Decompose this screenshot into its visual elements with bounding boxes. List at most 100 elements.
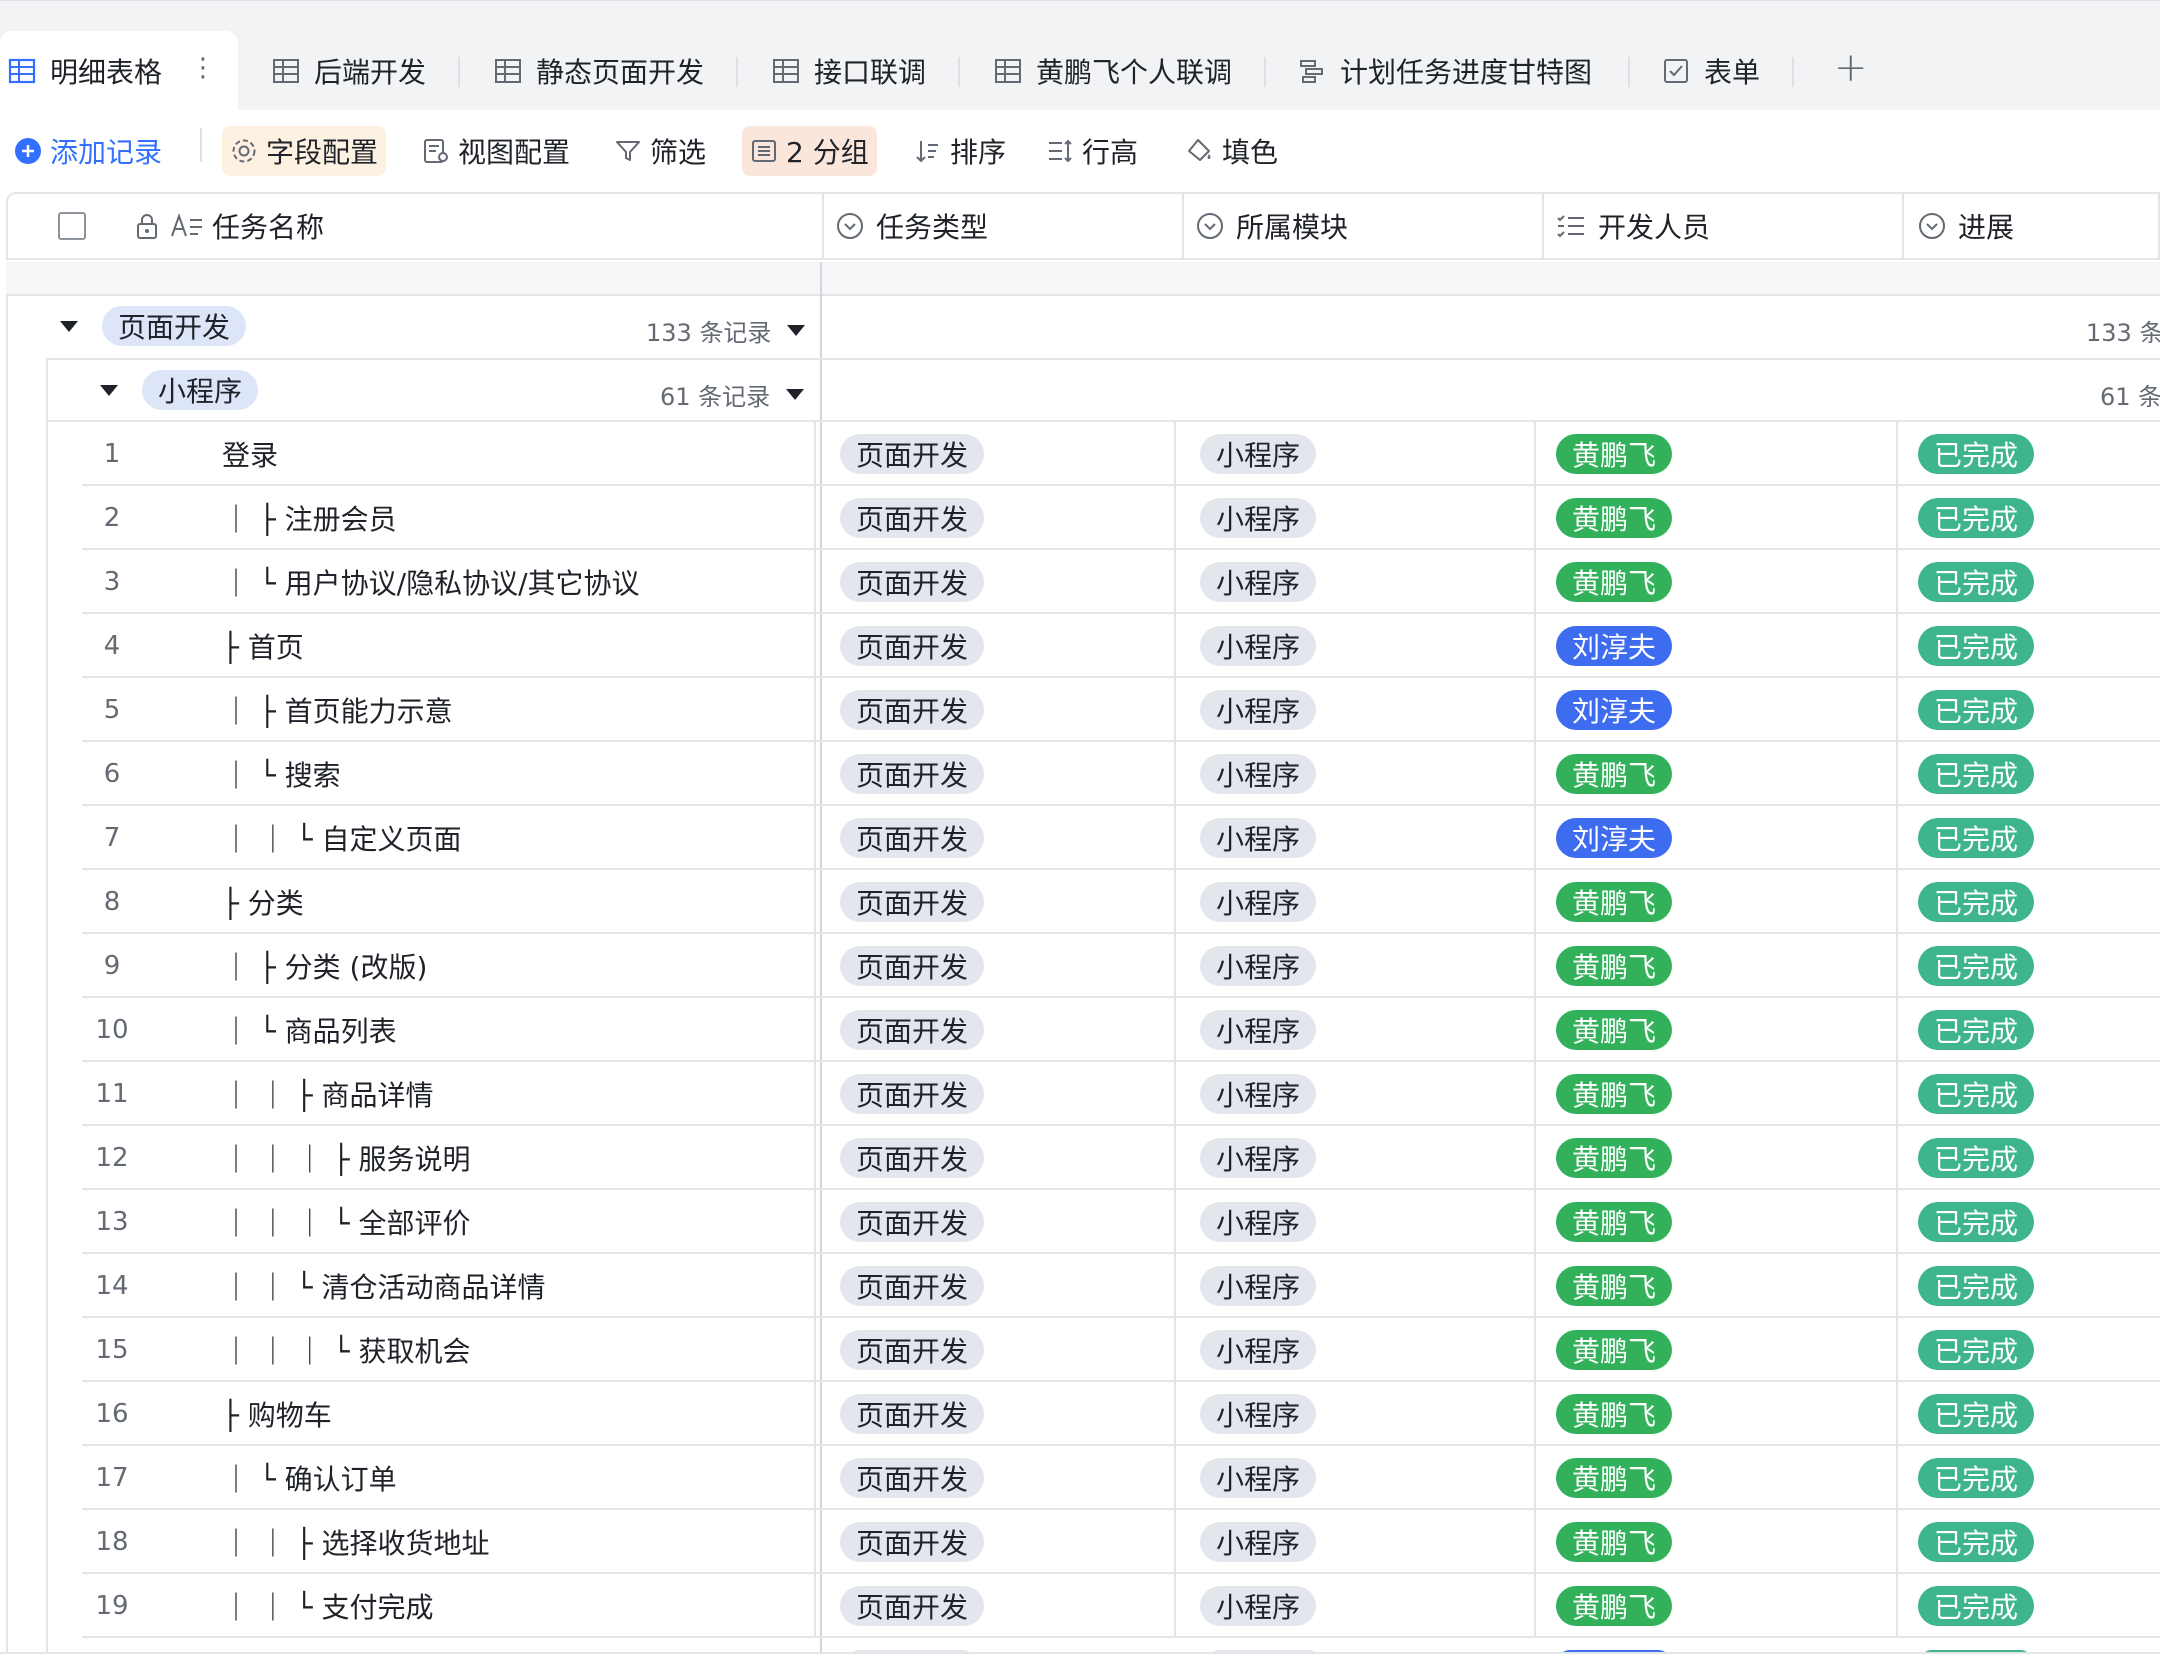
table-row[interactable]: 13 ｜ ｜ ｜ └ 全部评价 页面开发 小程序 黄鹏飞 已完成 [82, 1190, 2160, 1254]
tab-form[interactable]: 表单 [1662, 31, 1760, 111]
status-tag[interactable]: 已完成 [1918, 562, 2035, 602]
task-type-tag[interactable]: 页面开发 [840, 1394, 985, 1434]
collapse-caret-icon[interactable] [60, 320, 78, 332]
module-tag[interactable]: 小程序 [1200, 754, 1317, 794]
developer-tag[interactable]: 黄鹏飞 [1556, 1138, 1673, 1178]
status-tag[interactable]: 已完成 [1918, 498, 2035, 538]
module-tag[interactable]: 小程序 [1200, 1074, 1317, 1114]
status-tag[interactable]: 已完成 [1918, 1330, 2035, 1370]
developer-tag[interactable]: 刘淳夫 [1556, 690, 1673, 730]
task-type-tag[interactable]: 页面开发 [840, 1074, 985, 1114]
fill-color-button[interactable]: 填色 [1178, 126, 1286, 176]
status-tag[interactable]: 已完成 [1918, 434, 2035, 474]
table-row[interactable]: 2 ｜ ├ 注册会员 页面开发 小程序 黄鹏飞 已完成 [82, 486, 2160, 550]
module-tag[interactable]: 小程序 [1200, 1394, 1317, 1434]
task-name-cell[interactable]: 登录 [222, 422, 278, 486]
task-type-tag[interactable]: 页面开发 [840, 1010, 985, 1050]
developer-tag[interactable]: 黄鹏飞 [1556, 1202, 1673, 1242]
task-name-cell[interactable]: ｜ └ 用户协议/隐私协议/其它协议 [222, 550, 640, 614]
tab-personal-integration[interactable]: 黄鹏飞个人联调 [994, 31, 1232, 111]
task-name-cell[interactable]: ├ 分类 [222, 870, 304, 934]
tab-static-page-dev[interactable]: 静态页面开发 [494, 31, 704, 111]
status-tag[interactable]: 已完成 [1918, 1266, 2035, 1306]
developer-tag[interactable]: 黄鹏飞 [1556, 1266, 1673, 1306]
module-tag[interactable]: 小程序 [1200, 1266, 1317, 1306]
add-record-button[interactable]: 添加记录 [6, 126, 170, 176]
module-tag[interactable]: 小程序 [1200, 626, 1317, 666]
developer-tag[interactable]: 黄鹏飞 [1556, 1330, 1673, 1370]
task-name-cell[interactable]: ｜ ｜ ｜ └ 获取机会 [222, 1318, 470, 1382]
task-name-cell[interactable]: ｜ └ 商品列表 [222, 998, 397, 1062]
developer-tag[interactable]: 黄鹏飞 [1556, 562, 1673, 602]
developer-tag[interactable]: 刘淳夫 [1556, 626, 1673, 666]
developer-tag[interactable]: 黄鹏飞 [1556, 498, 1673, 538]
group-button[interactable]: 2 分组 [742, 126, 877, 176]
table-row[interactable]: 3 ｜ └ 用户协议/隐私协议/其它协议 页面开发 小程序 黄鹏飞 已完成 [82, 550, 2160, 614]
tab-gantt[interactable]: 计划任务进度甘特图 [1298, 31, 1592, 111]
table-row[interactable]: 12 ｜ ｜ ｜ ├ 服务说明 页面开发 小程序 黄鹏飞 已完成 [82, 1126, 2160, 1190]
table-row[interactable]: 11 ｜ ｜ ├ 商品详情 页面开发 小程序 黄鹏飞 已完成 [82, 1062, 2160, 1126]
module-tag[interactable]: 小程序 [1200, 690, 1317, 730]
task-name-cell[interactable]: ｜ ｜ ├ 商品详情 [222, 1062, 434, 1126]
task-type-tag[interactable]: 页面开发 [840, 1202, 985, 1242]
column-header-progress[interactable]: 进展 [1918, 194, 2014, 258]
task-name-cell[interactable]: ｜ ├ 分类 (改版) [222, 934, 427, 998]
table-row[interactable]: 17 ｜ └ 确认订单 页面开发 小程序 黄鹏飞 已完成 [82, 1446, 2160, 1510]
task-type-tag[interactable]: 页面开发 [840, 1138, 985, 1178]
developer-tag[interactable]: 黄鹏飞 [1556, 946, 1673, 986]
table-row[interactable]: 19 ｜ ｜ └ 支付完成 页面开发 小程序 黄鹏飞 已完成 [82, 1574, 2160, 1638]
select-all-checkbox[interactable] [58, 194, 86, 258]
field-config-button[interactable]: 字段配置 [222, 126, 387, 176]
status-tag[interactable]: 已完成 [1918, 1586, 2035, 1626]
module-tag[interactable]: 小程序 [1200, 434, 1317, 474]
status-tag[interactable]: 已完成 [1918, 1202, 2035, 1242]
table-row[interactable]: 14 ｜ ｜ └ 清仓活动商品详情 页面开发 小程序 黄鹏飞 已完成 [82, 1254, 2160, 1318]
column-header-module[interactable]: 所属模块 [1196, 194, 1348, 258]
developer-tag[interactable]: 刘淳夫 [1556, 818, 1673, 858]
task-name-cell[interactable]: ｜ ├ 注册会员 [222, 486, 397, 550]
add-view-icon[interactable]: + [1834, 45, 1868, 91]
module-tag[interactable]: 小程序 [1200, 946, 1317, 986]
table-row[interactable]: 1 登录 页面开发 小程序 黄鹏飞 已完成 [82, 422, 2160, 486]
module-tag[interactable]: 小程序 [1200, 1138, 1317, 1178]
task-name-cell[interactable]: ｜ ├ 首页能力示意 [222, 678, 453, 742]
task-name-cell[interactable]: ├ 首页 [222, 614, 304, 678]
group-header-mini-program[interactable]: 小程序 [100, 358, 259, 422]
task-name-cell[interactable]: ｜ ｜ ｜ ├ 服务说明 [222, 1126, 470, 1190]
table-row[interactable]: 7 ｜ ｜ └ 自定义页面 页面开发 小程序 刘淳夫 已完成 [82, 806, 2160, 870]
module-tag[interactable]: 小程序 [1200, 1202, 1317, 1242]
table-row[interactable]: 8 ├ 分类 页面开发 小程序 黄鹏飞 已完成 [82, 870, 2160, 934]
developer-tag[interactable]: 黄鹏飞 [1556, 754, 1673, 794]
task-type-tag[interactable]: 页面开发 [840, 690, 985, 730]
tab-more-icon[interactable]: ⋮ [190, 53, 216, 83]
tab-backend-dev[interactable]: 后端开发 [272, 31, 426, 111]
module-tag[interactable]: 小程序 [1200, 1458, 1317, 1498]
status-tag[interactable]: 已完成 [1918, 1458, 2035, 1498]
developer-tag[interactable]: 黄鹏飞 [1556, 882, 1673, 922]
status-tag[interactable]: 已完成 [1918, 946, 2035, 986]
task-type-tag[interactable]: 页面开发 [840, 882, 985, 922]
task-name-cell[interactable]: ｜ └ 搜索 [222, 742, 341, 806]
task-name-cell[interactable]: ｜ ｜ └ 清仓活动商品详情 [222, 1254, 546, 1318]
module-tag[interactable]: 小程序 [1200, 1010, 1317, 1050]
group-record-count[interactable]: 61 条记录 [660, 377, 805, 412]
developer-tag[interactable]: 黄鹏飞 [1556, 1458, 1673, 1498]
status-tag[interactable]: 已完成 [1918, 690, 2035, 730]
developer-tag[interactable]: 黄鹏飞 [1556, 1010, 1673, 1050]
task-type-tag[interactable]: 页面开发 [840, 1266, 985, 1306]
status-tag[interactable]: 已完成 [1918, 754, 2035, 794]
table-row[interactable]: 15 ｜ ｜ ｜ └ 获取机会 页面开发 小程序 黄鹏飞 已完成 [82, 1318, 2160, 1382]
status-tag[interactable]: 已完成 [1918, 882, 2035, 922]
task-name-cell[interactable]: ｜ ｜ ｜ └ 全部评价 [222, 1190, 470, 1254]
tab-api-integration[interactable]: 接口联调 [772, 31, 926, 111]
module-tag[interactable]: 小程序 [1200, 562, 1317, 602]
task-type-tag[interactable]: 页面开发 [840, 1330, 985, 1370]
table-row[interactable]: 10 ｜ └ 商品列表 页面开发 小程序 黄鹏飞 已完成 [82, 998, 2160, 1062]
task-type-tag[interactable]: 页面开发 [840, 754, 985, 794]
developer-tag[interactable]: 黄鹏飞 [1556, 1586, 1673, 1626]
task-name-cell[interactable]: ｜ └ 确认订单 [222, 1446, 397, 1510]
table-row[interactable]: 6 ｜ └ 搜索 页面开发 小程序 黄鹏飞 已完成 [82, 742, 2160, 806]
status-tag[interactable]: 已完成 [1918, 1522, 2035, 1562]
module-tag[interactable]: 小程序 [1200, 1522, 1317, 1562]
filter-button[interactable]: 筛选 [606, 126, 714, 176]
